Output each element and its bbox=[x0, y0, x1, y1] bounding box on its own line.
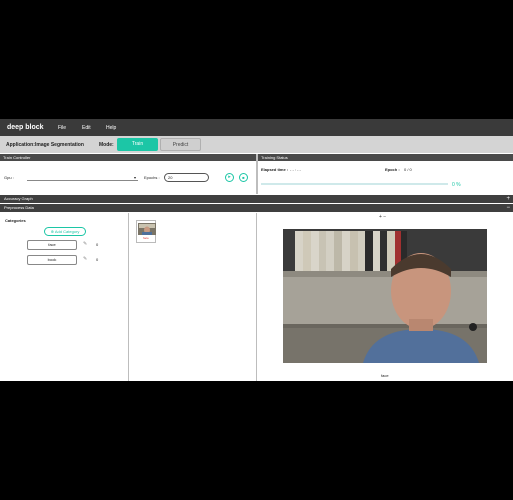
edit-icon[interactable]: ✎ bbox=[83, 241, 87, 247]
menu-bar: deep block File Edit Help bbox=[0, 119, 513, 136]
app-window: deep block File Edit Help Application: I… bbox=[0, 119, 513, 381]
menu-file[interactable]: File bbox=[58, 125, 66, 131]
progress-bar bbox=[261, 183, 448, 185]
elapsed-label: Elapsed time : bbox=[261, 167, 289, 172]
menu-help[interactable]: Help bbox=[106, 125, 116, 131]
photo-canvas bbox=[283, 229, 487, 363]
epochs-input[interactable]: 20 bbox=[164, 173, 209, 182]
application-label: Application: bbox=[6, 142, 35, 148]
mode-label: Mode: bbox=[99, 142, 114, 148]
category-item-face[interactable]: face bbox=[27, 240, 77, 250]
preprocess-data-title: Preprocess Data bbox=[4, 205, 34, 210]
train-controller-header: Train Controller bbox=[0, 154, 256, 161]
gpu-select[interactable] bbox=[27, 180, 138, 181]
image-thumbnail[interactable]: face bbox=[136, 220, 156, 243]
category-count: 0 bbox=[96, 257, 99, 262]
column-divider-2 bbox=[256, 213, 257, 381]
preprocess-data-bar[interactable]: Preprocess Data − bbox=[0, 204, 513, 212]
add-category-button[interactable]: ⊕ Add Category bbox=[44, 227, 86, 236]
epoch-label: Epoch : bbox=[385, 167, 400, 172]
add-category-label: Add Category bbox=[54, 229, 80, 234]
categories-title: Categories bbox=[5, 218, 26, 223]
expand-icon[interactable]: + bbox=[506, 195, 510, 203]
category-item-book[interactable]: book bbox=[27, 255, 77, 265]
mode-bar: Application: Image Segmentation Mode: Tr… bbox=[0, 136, 513, 153]
zoom-controls[interactable]: + − bbox=[379, 214, 386, 220]
accuracy-graph-title: Accuracy Graph bbox=[4, 196, 33, 201]
epochs-label: Epochs : bbox=[144, 175, 160, 180]
category-count: 0 bbox=[96, 242, 99, 247]
train-mode-button[interactable]: Train bbox=[117, 138, 158, 151]
predict-mode-button[interactable]: Predict bbox=[160, 138, 201, 151]
training-status-header: Training Status bbox=[258, 154, 513, 161]
column-divider-1 bbox=[128, 213, 129, 381]
gpu-label: Gpu : bbox=[4, 175, 14, 180]
image-caption: face bbox=[381, 373, 389, 378]
edit-icon[interactable]: ✎ bbox=[83, 256, 87, 262]
app-brand: deep block bbox=[7, 124, 44, 131]
thumbnail-image bbox=[138, 223, 156, 235]
play-icon[interactable]: ▸ bbox=[225, 173, 234, 182]
stop-icon[interactable]: ■ bbox=[239, 173, 248, 182]
chevron-down-icon[interactable]: ▾ bbox=[134, 175, 136, 180]
collapse-icon[interactable]: − bbox=[506, 204, 510, 212]
elapsed-value: - - : - - bbox=[290, 167, 301, 172]
application-value: Image Segmentation bbox=[35, 142, 84, 148]
accuracy-graph-bar[interactable]: Accuracy Graph + bbox=[0, 195, 513, 203]
thumbnail-label: face bbox=[143, 236, 149, 240]
segmentation-image[interactable] bbox=[283, 229, 487, 363]
panel-divider bbox=[256, 154, 258, 194]
epoch-value: 0 / 0 bbox=[404, 167, 412, 172]
menu-edit[interactable]: Edit bbox=[82, 125, 91, 131]
progress-percent: 0 % bbox=[452, 182, 461, 188]
